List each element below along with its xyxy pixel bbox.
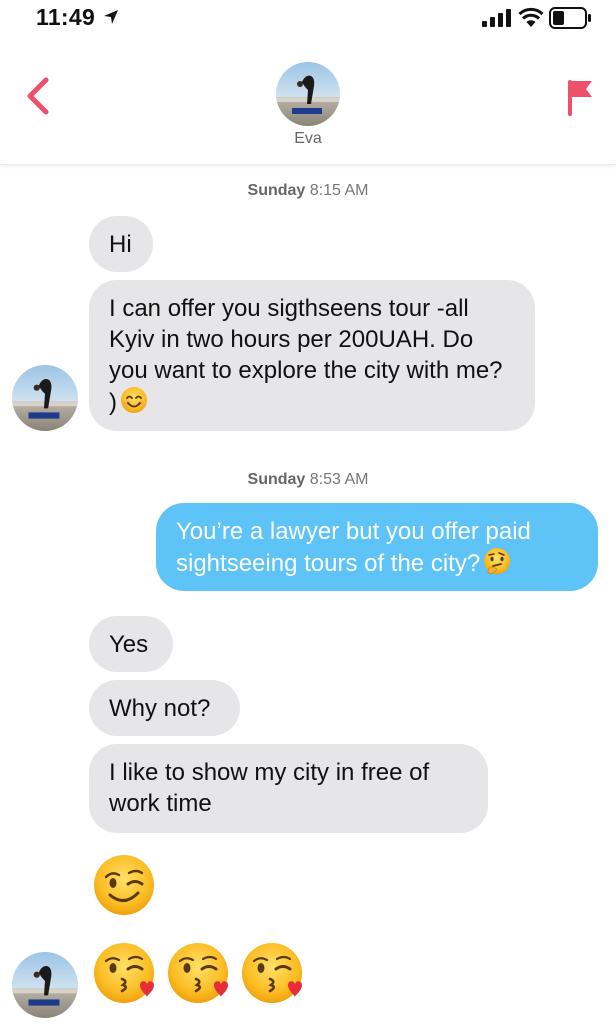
avatar-photo — [12, 365, 78, 431]
chat-header: Eva — [0, 36, 616, 165]
message-text: Hi — [109, 231, 132, 258]
status-time: 11:49 — [36, 4, 96, 30]
avatar-photo — [12, 952, 78, 1018]
avatar-photo — [276, 62, 340, 126]
kissing-heart-face-emoji-icon[interactable] — [92, 941, 156, 1005]
contact-name[interactable]: Eva — [0, 130, 616, 148]
contact-avatar[interactable] — [276, 62, 340, 126]
battery-icon — [549, 7, 591, 29]
message-text: I like to show my city in free of work t… — [109, 759, 430, 817]
thinking-face-emoji-icon — [484, 548, 511, 575]
message-timestamp: Sunday 8:53 AM — [0, 471, 616, 489]
outgoing-message[interactable]: You’re a lawyer but you offer paid sight… — [156, 503, 598, 591]
contact-avatar-small[interactable] — [12, 952, 78, 1018]
back-arrow-icon[interactable] — [20, 74, 56, 118]
incoming-message[interactable]: Why not? — [89, 680, 240, 736]
status-bar: 11:49 — [0, 0, 616, 36]
timestamp-day: Sunday — [247, 182, 306, 199]
location-arrow-icon — [104, 10, 118, 24]
timestamp-time: 8:53 AM — [309, 471, 369, 488]
report-flag-icon[interactable] — [562, 76, 598, 120]
winking-face-emoji-icon[interactable] — [92, 853, 156, 917]
message-text: I can offer you sigthseens tour -all Kyi… — [109, 295, 503, 416]
kissing-heart-face-emoji-icon[interactable] — [166, 941, 230, 1005]
message-text: Why not? — [109, 695, 211, 722]
incoming-message[interactable]: I like to show my city in free of work t… — [89, 744, 488, 833]
contact-avatar-small[interactable] — [12, 365, 78, 431]
message-timestamp: Sunday 8:15 AM — [0, 182, 616, 200]
smiling-face-emoji-icon — [121, 387, 147, 413]
message-text: You’re a lawyer but you offer paid sight… — [176, 518, 531, 577]
timestamp-time: 8:15 AM — [309, 182, 369, 199]
wifi-icon — [518, 7, 544, 27]
timestamp-day: Sunday — [247, 471, 306, 488]
cellular-signal-icon — [482, 9, 511, 27]
kissing-heart-face-emoji-icon[interactable] — [240, 941, 304, 1005]
incoming-message[interactable]: I can offer you sigthseens tour -all Kyi… — [89, 280, 535, 431]
incoming-message[interactable]: Hi — [89, 216, 153, 272]
message-text: Yes — [109, 631, 149, 658]
incoming-message[interactable]: Yes — [89, 616, 173, 672]
